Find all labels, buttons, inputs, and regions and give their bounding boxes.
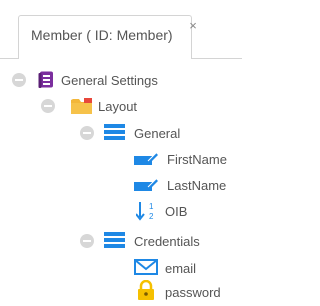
tree-node-general-settings[interactable]: General Settings	[0, 68, 242, 92]
collapse-toggle[interactable]	[12, 73, 26, 87]
tree-node-email[interactable]: email	[0, 255, 242, 279]
tab-title: Member ( ID: Member)	[31, 27, 173, 43]
tree-node-label: Credentials	[134, 234, 200, 249]
tree-node-label: General Settings	[61, 73, 158, 88]
text-field-icon	[134, 178, 158, 197]
tree-node-label: LastName	[167, 178, 227, 193]
text-field-icon	[134, 152, 158, 171]
svg-text:1: 1	[149, 202, 154, 211]
tree-node-label: password	[165, 285, 221, 300]
tree-node-layout[interactable]: Layout	[0, 94, 242, 118]
tree-node-label: OIB	[165, 204, 188, 219]
tree-node-credentials[interactable]: Credentials	[0, 228, 242, 252]
lock-icon	[137, 279, 155, 306]
tree-node-label: General	[134, 126, 181, 141]
folder-icon	[71, 97, 93, 120]
tree-node-label: Layout	[98, 99, 138, 114]
tree-node-general[interactable]: General	[0, 120, 242, 144]
tree-node-lastname[interactable]: LastName	[0, 173, 242, 197]
email-icon	[134, 259, 158, 280]
section-panel-icon	[104, 124, 126, 145]
tree-node-firstname[interactable]: FirstName	[0, 147, 242, 171]
tree-node-oib[interactable]: 1 2 OIB	[0, 199, 242, 223]
numeric-sort-icon: 1 2	[135, 201, 158, 226]
settings-list-icon	[38, 71, 54, 94]
tree-node-label: email	[165, 261, 197, 276]
close-icon[interactable]: ×	[187, 19, 199, 32]
tree-node-label: FirstName	[167, 152, 227, 167]
member-tab[interactable]: Member ( ID: Member) ×	[18, 15, 197, 59]
svg-text:2: 2	[149, 212, 154, 221]
tree-node-password[interactable]: password	[0, 279, 242, 303]
collapse-toggle[interactable]	[41, 99, 55, 113]
section-panel-icon	[104, 232, 126, 253]
collapse-toggle[interactable]	[80, 126, 94, 140]
collapse-toggle[interactable]	[80, 234, 94, 248]
